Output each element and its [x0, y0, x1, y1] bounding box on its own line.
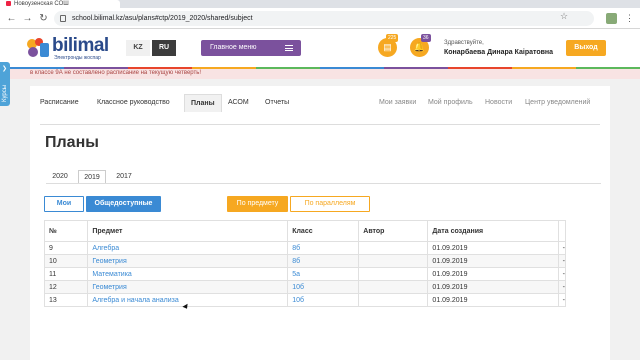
documents-count-badge: 225: [386, 34, 399, 42]
forward-icon[interactable]: →: [22, 13, 33, 24]
cell-author: [358, 254, 429, 268]
column-header-class: Класс: [287, 220, 360, 242]
cell-number: 12: [43, 280, 89, 294]
main-menu-button[interactable]: Главное меню: [201, 40, 301, 56]
column-header-subject: Предмет: [87, 220, 289, 242]
year-tabs-divider: [46, 183, 601, 184]
notifications-count-badge: 36: [421, 34, 431, 42]
back-icon[interactable]: ←: [6, 13, 17, 24]
logo-subtitle: Электронды жоспар: [54, 55, 101, 61]
greeting-text: Здравствуйте,: [444, 40, 484, 46]
extension-icon[interactable]: [606, 13, 617, 24]
cell-date: 01.09.2019: [427, 241, 559, 255]
subnav-my-profile[interactable]: Мой профиль: [428, 99, 473, 106]
cell-number: 11: [43, 267, 89, 281]
lang-ru-button[interactable]: RU: [152, 40, 176, 56]
page-title: Планы: [45, 134, 99, 151]
alert-banner: в классе 9А не составлено расписание на …: [0, 69, 640, 79]
chevron-right-icon: ❯: [2, 66, 8, 72]
cell-class-link[interactable]: 5а: [287, 267, 360, 281]
year-tab-2017[interactable]: 2017: [110, 170, 138, 183]
cell-action[interactable]: -: [557, 254, 567, 268]
subnav-reports[interactable]: Отчеты: [265, 99, 289, 106]
menu-icon[interactable]: ⋮: [625, 13, 634, 24]
cell-number: 9: [43, 241, 89, 255]
by-parallel-button[interactable]: По параллелям: [290, 196, 370, 212]
by-subject-button[interactable]: По предмету: [227, 196, 288, 212]
exit-button[interactable]: Выход: [566, 40, 606, 56]
sub-navigation: Расписание Классное руководство Планы АС…: [30, 86, 610, 124]
plans-table: № Предмет Класс Автор Дата создания 9 Алг…: [43, 220, 567, 307]
cell-date: 01.09.2019: [427, 267, 559, 281]
table-row[interactable]: 13 Алгебра и начала анализа 10б 01.09.2019-: [43, 293, 567, 307]
table-row[interactable]: 10 Геометрия 8б 01.09.2019-: [43, 254, 567, 268]
public-filter-button[interactable]: Общедоступные: [86, 196, 161, 212]
column-header-number: №: [43, 220, 89, 242]
lang-kz-button[interactable]: KZ: [126, 40, 150, 56]
url-input[interactable]: school.bilimal.kz/asu/plans#ctp/2019_202…: [54, 11, 594, 26]
favicon-icon: [6, 0, 11, 6]
cell-date: 01.09.2019: [427, 293, 559, 307]
table-header-row: № Предмет Класс Автор Дата создания: [43, 220, 567, 242]
logo[interactable]: bilimal Электронды жоспар: [26, 35, 126, 63]
cell-action[interactable]: -: [557, 241, 567, 255]
subnav-asom[interactable]: АСОМ: [228, 99, 249, 106]
courses-side-tab[interactable]: ❯ Курсы: [0, 62, 10, 106]
cell-subject-link[interactable]: Геометрия: [87, 254, 289, 268]
column-header-author: Автор: [358, 220, 429, 242]
subnav-notification-center[interactable]: Центр уведомлений: [525, 99, 590, 106]
user-name[interactable]: Конарбаева Динара Каіратовна: [444, 49, 553, 56]
cell-class-link[interactable]: 10б: [287, 293, 360, 307]
cell-number: 10: [43, 254, 89, 268]
star-icon[interactable]: ☆: [560, 11, 568, 22]
mine-filter-button[interactable]: Мои: [44, 196, 84, 212]
cell-action[interactable]: -: [557, 267, 567, 281]
cell-author: [358, 280, 429, 294]
logo-text: bilimal: [52, 35, 109, 56]
subnav-schedule[interactable]: Расписание: [40, 99, 79, 106]
logo-mark-icon: [27, 38, 49, 57]
main-content: Расписание Классное руководство Планы АС…: [30, 86, 610, 360]
cell-subject-link[interactable]: Геометрия: [87, 280, 289, 294]
cell-date: 01.09.2019: [427, 280, 559, 294]
column-header-action: [557, 220, 567, 242]
cell-author: [358, 241, 429, 255]
reload-icon[interactable]: ↻: [38, 13, 49, 24]
browser-tab-bar: Новоузенская СОШ: [0, 0, 640, 8]
table-row[interactable]: 11 Математика 5а 01.09.2019-: [43, 267, 567, 281]
cell-number: 13: [43, 293, 89, 307]
cell-subject-link[interactable]: Алгебра: [87, 241, 289, 255]
cell-date: 01.09.2019: [427, 254, 559, 268]
cell-author: [358, 293, 429, 307]
year-tab-2019[interactable]: 2019: [78, 170, 106, 183]
year-tab-2020[interactable]: 2020: [46, 170, 74, 183]
subnav-news[interactable]: Новости: [485, 99, 512, 106]
url-text: school.bilimal.kz/asu/plans#ctp/2019_202…: [72, 15, 253, 22]
cell-action[interactable]: -: [557, 280, 567, 294]
subnav-divider: [40, 124, 600, 125]
table-row[interactable]: 9 Алгебра 8б 01.09.2019-: [43, 241, 567, 255]
address-bar: ← → ↻ school.bilimal.kz/asu/plans#ctp/20…: [0, 8, 640, 29]
cell-subject-link[interactable]: Математика: [87, 267, 289, 281]
subnav-plans[interactable]: Планы: [184, 94, 222, 112]
browser-tab-title: Новоузенская СОШ: [14, 1, 69, 7]
site-header: bilimal Электронды жоспар KZ RU Главное …: [0, 29, 640, 67]
subnav-class-management[interactable]: Классное руководство: [97, 99, 170, 106]
main-menu-label: Главное меню: [210, 44, 257, 51]
browser-tab[interactable]: Новоузенская СОШ: [0, 0, 120, 8]
cell-author: [358, 267, 429, 281]
subnav-my-requests[interactable]: Мои заявки: [379, 99, 416, 106]
table-row[interactable]: 12 Геометрия 10б 01.09.2019-: [43, 280, 567, 294]
lock-icon: [60, 15, 66, 22]
courses-side-tab-label: Курсы: [2, 84, 8, 102]
hamburger-icon: [285, 45, 293, 51]
cell-class-link[interactable]: 8б: [287, 254, 360, 268]
column-header-date: Дата создания: [427, 220, 559, 242]
cell-class-link[interactable]: 10б: [287, 280, 360, 294]
cell-action[interactable]: -: [557, 293, 567, 307]
cell-class-link[interactable]: 8б: [287, 241, 360, 255]
